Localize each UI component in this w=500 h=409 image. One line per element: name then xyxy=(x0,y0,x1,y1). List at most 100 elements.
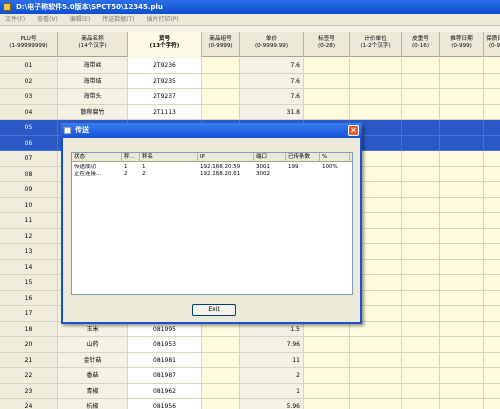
cell-plu-no[interactable]: 01 xyxy=(0,58,58,74)
cell-item-code[interactable]: 081981 xyxy=(128,352,202,368)
cell-plu-no[interactable]: 17 xyxy=(0,306,58,322)
cell-plu-no[interactable]: 16 xyxy=(0,290,58,306)
cell-plu-no[interactable]: 06 xyxy=(0,135,58,151)
cell-label-no[interactable] xyxy=(304,58,350,74)
cell-tare-no[interactable] xyxy=(402,104,440,120)
cell-date[interactable] xyxy=(440,213,484,229)
cell-unit[interactable] xyxy=(350,73,402,89)
table-row[interactable]: 24 杭椒 081956 5.96 xyxy=(0,399,500,409)
cell-shelf-life[interactable] xyxy=(484,58,500,74)
cell-shelf-life[interactable] xyxy=(484,89,500,105)
cell-shelf-life[interactable] xyxy=(484,135,500,151)
cell-product-name[interactable]: 海带头 xyxy=(58,89,128,105)
cell-date[interactable] xyxy=(440,244,484,260)
cell-tare-no[interactable] xyxy=(402,120,440,136)
cell-unit-price[interactable]: 5.96 xyxy=(240,399,304,409)
cell-label-no[interactable] xyxy=(304,337,350,353)
cell-plu-no[interactable]: 14 xyxy=(0,259,58,275)
cell-tare-no[interactable] xyxy=(402,383,440,399)
cell-shelf-life[interactable] xyxy=(484,337,500,353)
cell-plu-no[interactable]: 15 xyxy=(0,275,58,291)
cell-unit[interactable] xyxy=(350,383,402,399)
list-item[interactable]: 正在连接... 2 2 192.168.20.61 3002 xyxy=(72,171,352,178)
cell-group-no[interactable] xyxy=(202,399,240,409)
cell-label-no[interactable] xyxy=(304,89,350,105)
cell-unit[interactable] xyxy=(350,352,402,368)
column-header-plu-no[interactable]: PLU号 (1-99999999) xyxy=(0,32,58,57)
cell-tare-no[interactable] xyxy=(402,275,440,291)
cell-item-code[interactable]: 2T9235 xyxy=(128,73,202,89)
cell-plu-no[interactable]: 02 xyxy=(0,73,58,89)
cell-group-no[interactable] xyxy=(202,337,240,353)
cell-unit-price[interactable]: 7.6 xyxy=(240,73,304,89)
column-header-date[interactable]: 推荐日期 (0-999) xyxy=(440,32,484,57)
cell-tare-no[interactable] xyxy=(402,321,440,337)
column-header-tare-no[interactable]: 皮重号 (0-16) xyxy=(402,32,440,57)
cell-date[interactable] xyxy=(440,321,484,337)
cell-tare-no[interactable] xyxy=(402,182,440,198)
list-header-percent[interactable]: % xyxy=(320,153,350,162)
cell-shelf-life[interactable] xyxy=(484,321,500,337)
cell-tare-no[interactable] xyxy=(402,197,440,213)
cell-tare-no[interactable] xyxy=(402,306,440,322)
cell-shelf-life[interactable] xyxy=(484,166,500,182)
cell-date[interactable] xyxy=(440,58,484,74)
cell-shelf-life[interactable] xyxy=(484,275,500,291)
cell-product-name[interactable]: 海带丝 xyxy=(58,58,128,74)
cell-shelf-life[interactable] xyxy=(484,213,500,229)
cell-product-name[interactable]: 海带结 xyxy=(58,73,128,89)
cell-unit[interactable] xyxy=(350,58,402,74)
cell-date[interactable] xyxy=(440,228,484,244)
cell-date[interactable] xyxy=(440,275,484,291)
cell-plu-no[interactable]: 23 xyxy=(0,383,58,399)
cell-tare-no[interactable] xyxy=(402,135,440,151)
cell-shelf-life[interactable] xyxy=(484,228,500,244)
cell-unit[interactable] xyxy=(350,368,402,384)
cell-item-code[interactable]: 081956 xyxy=(128,399,202,409)
cell-product-name[interactable]: 山药 xyxy=(58,337,128,353)
cell-product-name[interactable]: 散称腐竹 xyxy=(58,104,128,120)
cell-shelf-life[interactable] xyxy=(484,290,500,306)
cell-plu-no[interactable]: 07 xyxy=(0,151,58,167)
cell-item-code[interactable]: 2T1113 xyxy=(128,104,202,120)
cell-group-no[interactable] xyxy=(202,368,240,384)
cell-date[interactable] xyxy=(440,73,484,89)
cell-label-no[interactable] xyxy=(304,104,350,120)
cell-group-no[interactable] xyxy=(202,73,240,89)
cell-shelf-life[interactable] xyxy=(484,104,500,120)
cell-shelf-life[interactable] xyxy=(484,120,500,136)
cell-shelf-life[interactable] xyxy=(484,151,500,167)
cell-unit[interactable] xyxy=(350,399,402,409)
cell-date[interactable] xyxy=(440,166,484,182)
cell-label-no[interactable] xyxy=(304,73,350,89)
cell-plu-no[interactable]: 10 xyxy=(0,197,58,213)
exit-button[interactable]: Exit xyxy=(192,304,236,316)
cell-shelf-life[interactable] xyxy=(484,399,500,409)
cell-group-no[interactable] xyxy=(202,89,240,105)
table-row[interactable]: 21 金针菇 081981 11 xyxy=(0,352,500,368)
cell-date[interactable] xyxy=(440,259,484,275)
cell-plu-no[interactable]: 04 xyxy=(0,104,58,120)
table-row[interactable]: 20 山药 081953 7.96 xyxy=(0,337,500,353)
cell-shelf-life[interactable] xyxy=(484,352,500,368)
menu-print[interactable]: 插片打印(P) xyxy=(141,14,183,26)
cell-tare-no[interactable] xyxy=(402,399,440,409)
table-row[interactable]: 23 青椒 081962 1 xyxy=(0,383,500,399)
cell-date[interactable] xyxy=(440,197,484,213)
cell-item-code[interactable]: 2T9237 xyxy=(128,89,202,105)
cell-date[interactable] xyxy=(440,104,484,120)
cell-shelf-life[interactable] xyxy=(484,73,500,89)
cell-tare-no[interactable] xyxy=(402,166,440,182)
cell-shelf-life[interactable] xyxy=(484,244,500,260)
cell-tare-no[interactable] xyxy=(402,337,440,353)
cell-date[interactable] xyxy=(440,399,484,409)
cell-plu-no[interactable]: 11 xyxy=(0,213,58,229)
list-item[interactable]: 传送成功 1 1 192.168.20.59 3001 199 100% xyxy=(72,164,352,171)
cell-date[interactable] xyxy=(440,151,484,167)
list-header-ip[interactable]: IP xyxy=(198,153,254,162)
cell-unit[interactable] xyxy=(350,89,402,105)
column-header-product-name[interactable]: 商品名称 (14个汉字) xyxy=(58,32,128,57)
cell-plu-no[interactable]: 03 xyxy=(0,89,58,105)
cell-date[interactable] xyxy=(440,89,484,105)
cell-tare-no[interactable] xyxy=(402,228,440,244)
